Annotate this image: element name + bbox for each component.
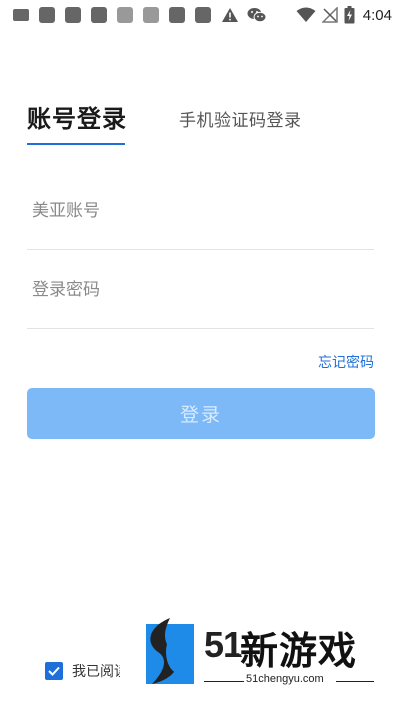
app-notification-icon [65, 7, 81, 23]
forgot-password-link[interactable]: 忘记密码 [318, 352, 374, 372]
logo-number: 51 [204, 624, 243, 665]
agreement-text: 我已阅读 [72, 664, 120, 680]
account-divider [27, 249, 374, 250]
watermark-logo: 51 新游戏 51chengyu.com [140, 612, 380, 694]
wechat-icon [247, 8, 267, 23]
notification-icons [13, 7, 267, 23]
tab-sms-login[interactable]: 手机验证码登录 [179, 106, 302, 131]
battery-charging-icon [344, 6, 355, 24]
keyboard-icon [13, 9, 29, 21]
logo-rule-right [336, 681, 374, 682]
password-input[interactable] [27, 270, 374, 310]
clock: 4:04 [362, 6, 392, 24]
app-notification-icon [143, 7, 159, 23]
logo-name: 新游戏 [240, 629, 358, 673]
wifi-icon [296, 7, 316, 22]
logo-rule-left [204, 681, 244, 682]
checkmark-icon [48, 666, 60, 676]
app-notification-icon [169, 7, 185, 23]
system-status: 4:04 [290, 4, 392, 26]
app-notification-icon [39, 7, 55, 23]
logo-url: 51chengyu.com [246, 673, 324, 685]
app-notification-icon [91, 7, 107, 23]
account-input[interactable] [27, 191, 374, 231]
active-tab-indicator [27, 143, 125, 145]
status-bar: 4:04 [0, 0, 400, 30]
app-notification-icon [117, 7, 133, 23]
agreement-checkbox[interactable] [45, 662, 63, 680]
no-signal-icon [321, 7, 338, 23]
app-notification-icon [195, 7, 211, 23]
warning-icon [222, 8, 238, 22]
logo-s-icon [146, 618, 194, 684]
tab-account-login[interactable]: 账号登录 [27, 99, 127, 134]
login-button[interactable]: 登录 [27, 388, 375, 439]
password-divider [27, 328, 374, 329]
